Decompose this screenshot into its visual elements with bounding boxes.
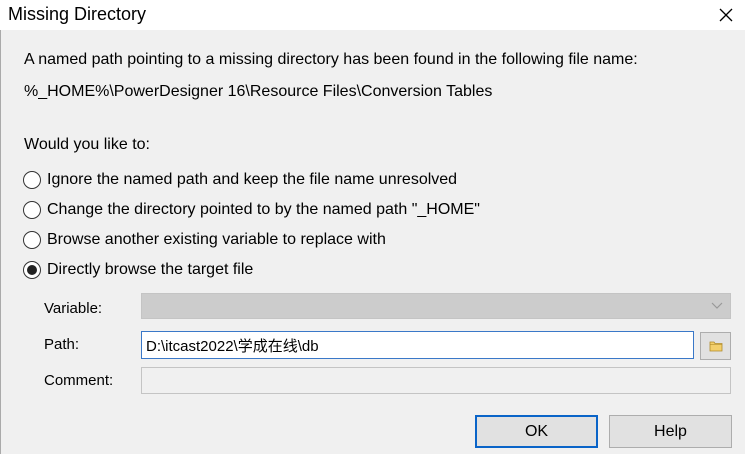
help-button[interactable]: Help: [609, 415, 732, 448]
browse-button[interactable]: [700, 332, 731, 360]
ok-button[interactable]: OK: [475, 415, 598, 448]
dialog-title: Missing Directory: [8, 4, 147, 24]
chevron-down-icon[interactable]: [710, 298, 724, 314]
folder-icon: [709, 341, 722, 352]
question-text: Would you like to:: [24, 136, 150, 153]
title-bar: Missing Directory: [0, 0, 745, 30]
option-browse-variable[interactable]: Browse another existing variable to repl…: [23, 229, 386, 251]
option-label: Browse another existing variable to repl…: [47, 231, 386, 248]
variable-label: Variable:: [44, 300, 103, 317]
comment-label: Comment:: [44, 372, 114, 389]
radio-browse-target-file[interactable]: [23, 261, 41, 279]
option-label: Directly browse the target file: [47, 261, 254, 278]
message-text: A named path pointing to a missing direc…: [24, 51, 638, 68]
option-change-directory[interactable]: Change the directory pointed to by the n…: [23, 199, 480, 221]
comment-field[interactable]: [141, 367, 731, 394]
close-icon: [719, 8, 733, 22]
option-browse-target-file[interactable]: Directly browse the target file: [23, 259, 253, 281]
option-label: Ignore the named path and keep the file …: [47, 171, 458, 188]
radio-change-directory[interactable]: [23, 201, 41, 219]
close-button[interactable]: [712, 2, 740, 28]
option-label: Change the directory pointed to by the n…: [47, 201, 480, 218]
radio-browse-variable[interactable]: [23, 231, 41, 249]
missing-file-name: %_HOME%\PowerDesigner 16\Resource Files\…: [24, 83, 493, 100]
path-input[interactable]: [141, 331, 694, 359]
window-border: [0, 30, 1, 454]
radio-ignore[interactable]: [23, 171, 41, 189]
variable-dropdown[interactable]: [141, 293, 731, 319]
path-label: Path:: [44, 336, 80, 353]
option-ignore[interactable]: Ignore the named path and keep the file …: [23, 169, 457, 191]
